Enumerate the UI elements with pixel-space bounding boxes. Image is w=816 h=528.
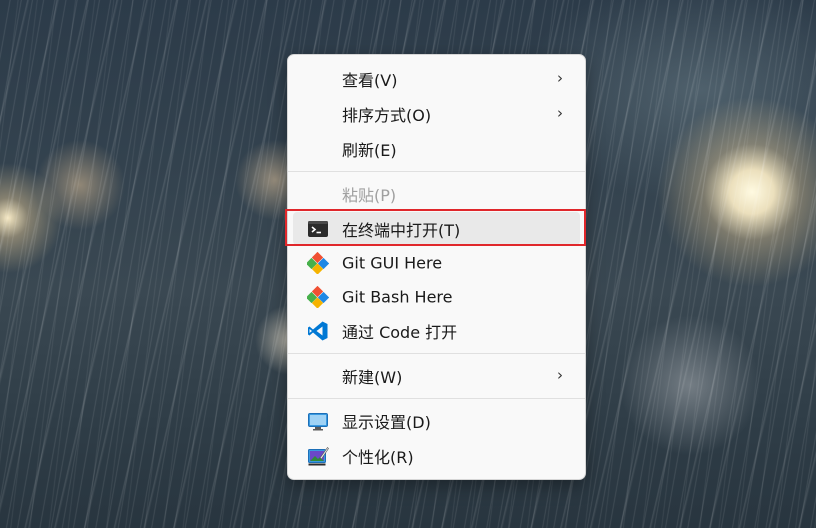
terminal-icon	[307, 218, 329, 240]
menu-item-refresh-label: 刷新(E)	[342, 140, 397, 160]
context-menu: 查看(V) › 排序方式(O) › 刷新(E) 粘贴(P) 在终端中打开(T) …	[285, 54, 586, 480]
git-icon	[305, 251, 330, 275]
menu-item-refresh[interactable]: 刷新(E)	[293, 132, 580, 165]
menu-item-git-gui-here[interactable]: Git GUI Here	[293, 246, 580, 279]
chevron-right-icon: ›	[557, 103, 563, 122]
personalize-icon	[307, 445, 329, 467]
menu-item-new[interactable]: 新建(W) ›	[293, 359, 580, 392]
menu-item-open-in-terminal-label: 在终端中打开(T)	[342, 220, 461, 240]
vscode-icon	[307, 320, 329, 342]
menu-item-sort-by-label: 排序方式(O)	[342, 105, 432, 125]
chevron-right-icon: ›	[557, 365, 563, 384]
desktop-background: 查看(V) › 排序方式(O) › 刷新(E) 粘贴(P) 在终端中打开(T) …	[0, 0, 816, 528]
menu-item-paste: 粘贴(P)	[293, 177, 580, 210]
menu-separator	[288, 398, 585, 399]
chevron-right-icon: ›	[557, 68, 563, 87]
menu-item-paste-label: 粘贴(P)	[342, 185, 397, 205]
menu-item-open-in-terminal[interactable]: 在终端中打开(T)	[285, 209, 586, 246]
display-settings-icon	[307, 410, 329, 432]
menu-item-open-with-code-label: 通过 Code 打开	[342, 322, 458, 342]
menu-item-git-bash-here[interactable]: Git Bash Here	[293, 280, 580, 313]
menu-item-display-settings[interactable]: 显示设置(D)	[293, 404, 580, 437]
menu-separator	[288, 171, 585, 172]
git-icon	[305, 285, 330, 309]
menu-item-personalize[interactable]: 个性化(R)	[293, 439, 580, 472]
menu-item-personalize-label: 个性化(R)	[342, 447, 414, 467]
menu-item-view[interactable]: 查看(V) ›	[293, 62, 580, 95]
menu-item-git-bash-here-label: Git Bash Here	[342, 287, 453, 306]
menu-separator	[288, 353, 585, 354]
menu-item-git-gui-here-label: Git GUI Here	[342, 253, 443, 272]
menu-item-open-with-code[interactable]: 通过 Code 打开	[293, 314, 580, 347]
menu-item-view-label: 查看(V)	[342, 70, 398, 90]
menu-item-sort-by[interactable]: 排序方式(O) ›	[293, 97, 580, 130]
menu-item-display-settings-label: 显示设置(D)	[342, 412, 431, 432]
menu-item-new-label: 新建(W)	[342, 367, 403, 387]
